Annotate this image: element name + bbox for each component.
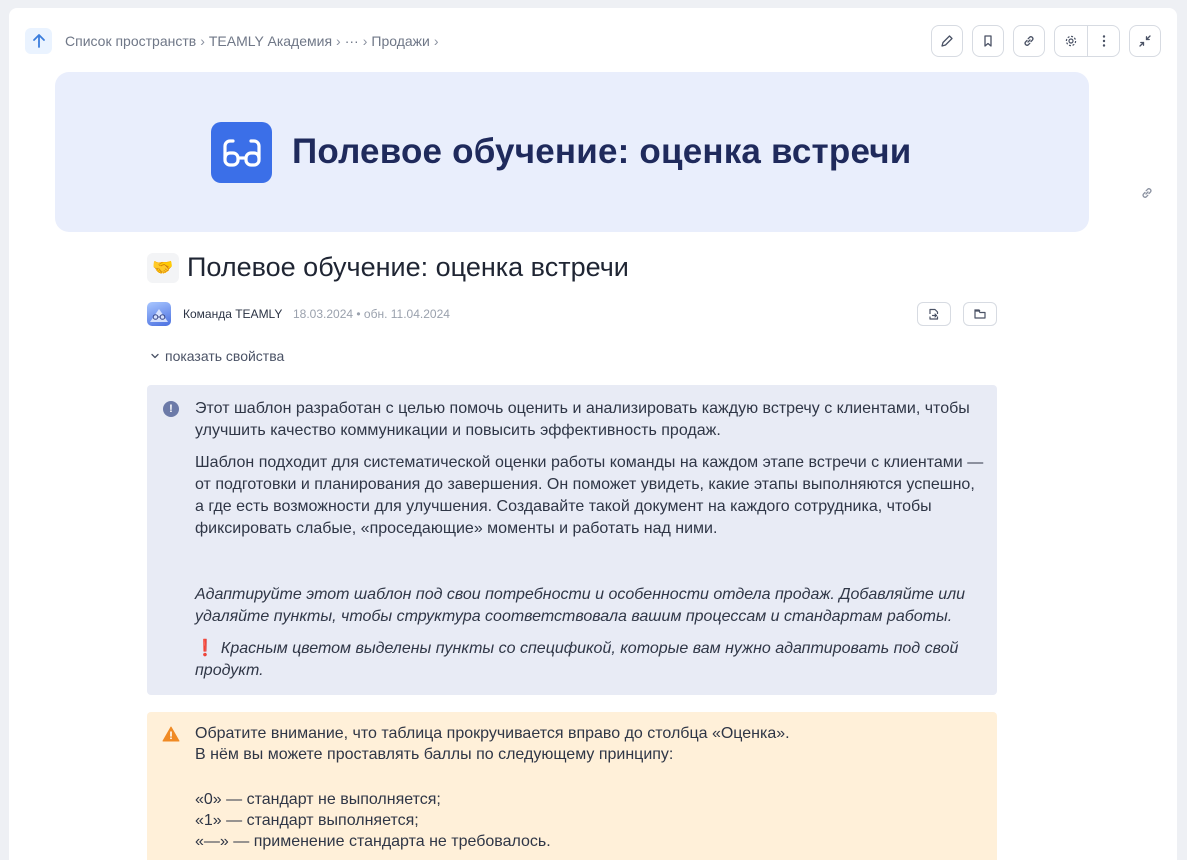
bookmark-button[interactable] <box>972 25 1004 57</box>
navigate-up-button[interactable] <box>25 28 52 54</box>
warning-line: «0» — стандарт не выполняется; <box>195 791 441 808</box>
warning-callout: Обратите внимание, что таблица прокручив… <box>147 712 997 860</box>
anchor-link-icon[interactable] <box>1140 186 1154 205</box>
move-to-folder-button[interactable] <box>963 302 997 326</box>
handshake-icon[interactable]: 🤝 <box>147 253 179 283</box>
warning-line: Обратите внимание, что таблица прокручив… <box>195 725 790 742</box>
document-dates: 18.03.2024 • обн. 11.04.2024 <box>293 307 450 321</box>
breadcrumb-ellipsis[interactable]: ··· <box>345 33 359 49</box>
warning-callout-text: Обратите внимание, что таблица прокручив… <box>195 723 985 852</box>
folder-icon <box>974 309 986 319</box>
more-options-button[interactable] <box>1087 26 1119 56</box>
settings-button[interactable] <box>1055 26 1087 56</box>
pencil-icon <box>941 35 953 47</box>
toolbar <box>931 25 1161 57</box>
info-callout-text: Этот шаблон разработан с целью помочь оц… <box>195 398 985 692</box>
show-properties-label: показать свойства <box>165 348 285 364</box>
document-page: Список пространств › TEAMLY Академия › ·… <box>9 8 1177 860</box>
breadcrumb: Список пространств › TEAMLY Академия › ·… <box>65 33 443 49</box>
warning-line: «—» — применение стандарта не требовалос… <box>195 833 551 850</box>
chevron-right-icon: › <box>336 33 341 49</box>
bookmark-icon <box>984 35 992 47</box>
show-properties-toggle[interactable]: показать свойства <box>150 348 284 364</box>
warning-line: В нём вы можете проставлять баллы по сле… <box>195 746 674 763</box>
cover-title: Полевое обучение: оценка встречи <box>292 132 912 171</box>
info-callout: ! Этот шаблон разработан с целью помочь … <box>147 385 997 695</box>
chevron-right-icon: › <box>200 33 205 49</box>
more-vertical-icon <box>1102 35 1105 47</box>
copy-link-button[interactable] <box>1013 25 1045 57</box>
author-name[interactable]: Команда TEAMLY <box>183 307 282 321</box>
page-title: Полевое обучение: оценка встречи <box>187 252 629 282</box>
warning-icon <box>162 726 180 747</box>
top-bar: Список пространств › TEAMLY Академия › ·… <box>25 25 1161 58</box>
glasses-icon <box>211 122 272 183</box>
warning-line: «1» — стандарт выполняется; <box>195 812 419 829</box>
info-paragraph: Шаблон подходит для систематической оцен… <box>195 454 984 537</box>
chevron-right-icon: › <box>362 33 368 49</box>
collapse-icon <box>1139 35 1151 47</box>
breadcrumb-academy[interactable]: TEAMLY Академия <box>209 33 332 49</box>
gear-icon <box>1065 35 1077 47</box>
document-sync-icon <box>929 308 939 320</box>
exclamation-icon: ❗ <box>195 640 215 657</box>
chevron-right-icon: › <box>433 33 439 49</box>
link-icon <box>1024 36 1034 46</box>
info-paragraph: Адаптируйте этот шаблон под свои потребн… <box>195 586 966 625</box>
document-meta: Команда TEAMLY 18.03.2024 • обн. 11.04.2… <box>147 302 997 328</box>
settings-group <box>1054 25 1120 57</box>
breadcrumb-sales[interactable]: Продажи <box>371 33 429 49</box>
collapse-button[interactable] <box>1129 25 1161 57</box>
chevron-down-icon <box>151 353 159 359</box>
info-icon: ! <box>163 401 179 417</box>
edit-button[interactable] <box>931 25 963 57</box>
breadcrumb-spaces[interactable]: Список пространств <box>65 33 196 49</box>
info-paragraph: ❗ Красным цветом выделены пункты со специ… <box>195 640 959 679</box>
info-paragraph: Этот шаблон разработан с целью помочь оц… <box>195 400 970 439</box>
cover-banner: Полевое обучение: оценка встречи <box>55 72 1089 232</box>
arrow-up-icon <box>32 34 45 48</box>
avatar[interactable] <box>147 302 171 326</box>
document-history-button[interactable] <box>917 302 951 326</box>
